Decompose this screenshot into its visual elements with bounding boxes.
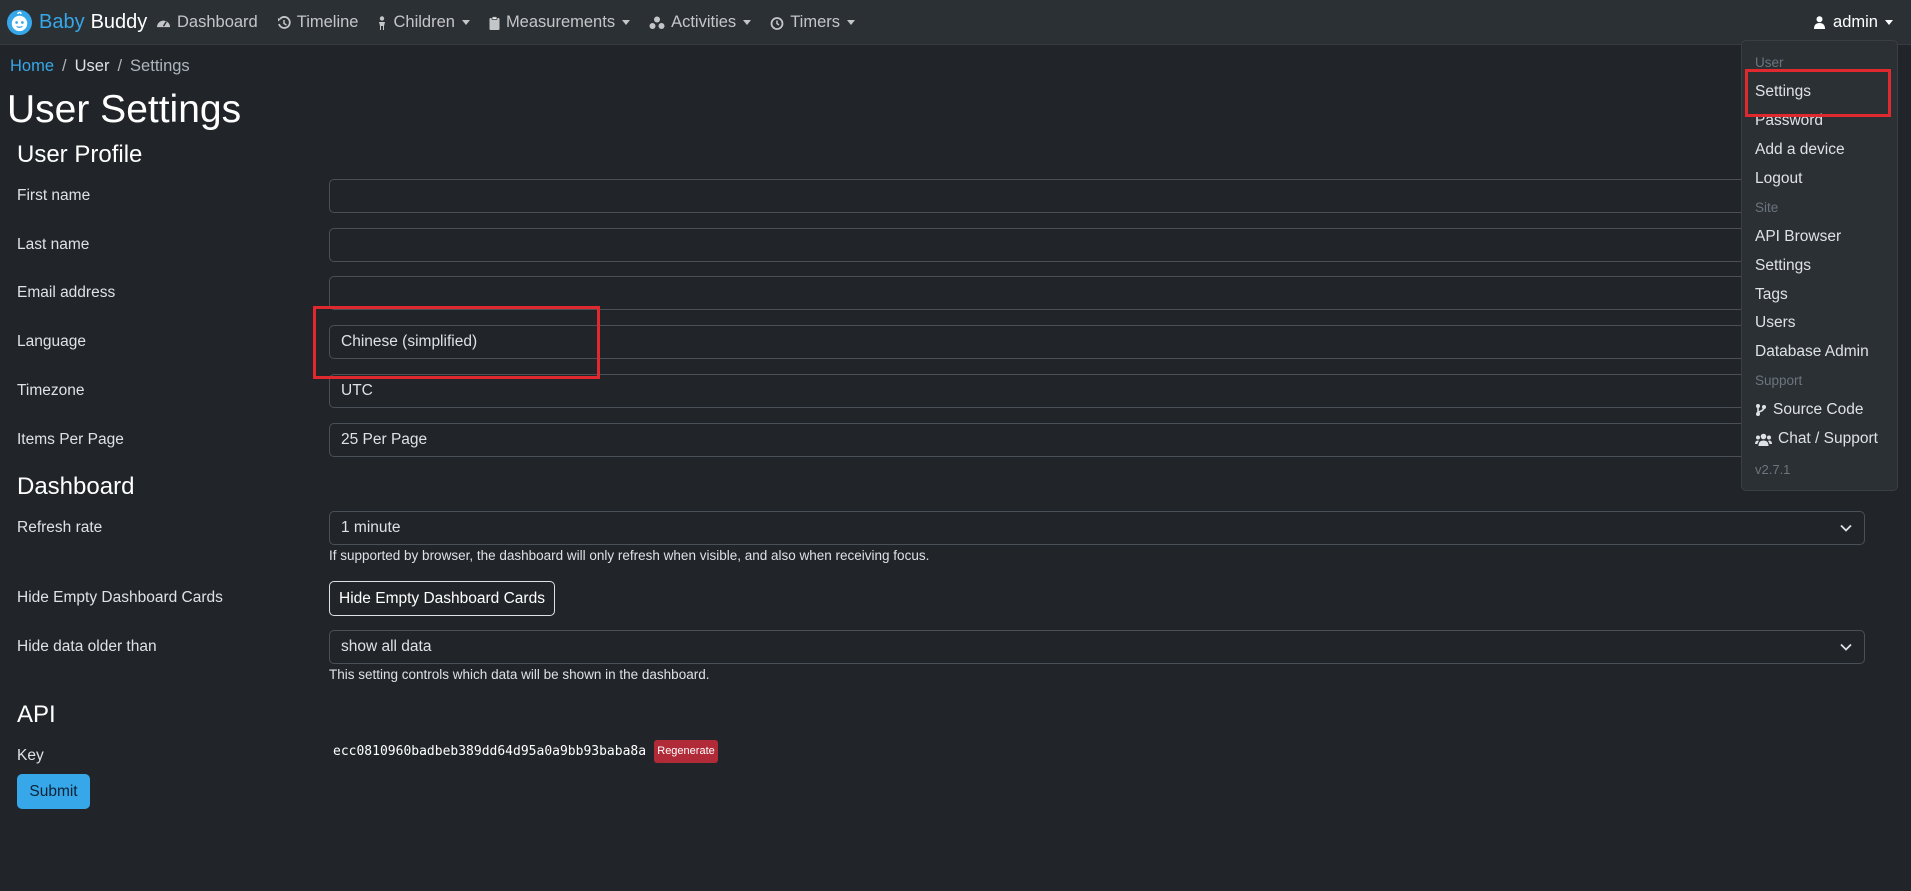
nav-measurements[interactable]: Measurements (489, 13, 631, 32)
code-branch-icon (1756, 404, 1766, 416)
chevron-down-icon (1840, 643, 1852, 651)
breadcrumb: Home / User / Settings (10, 57, 190, 76)
refresh-rate-label: Refresh rate (17, 519, 103, 536)
hide-older-value: show all data (341, 638, 432, 655)
breadcrumb-separator: / (62, 57, 67, 75)
items-per-page-select[interactable]: 25 Per Page (329, 423, 1865, 457)
breadcrumb-current: Settings (130, 57, 190, 75)
brand-name-baby: Baby (39, 10, 85, 33)
user-icon (1814, 16, 1826, 29)
first-name-input[interactable] (329, 179, 1865, 213)
submit-button[interactable]: Submit (17, 774, 90, 809)
top-navbar: Baby Buddy Dashboard Timeline Children M… (0, 0, 1911, 45)
activities-icon (649, 16, 665, 29)
nav-activities-label: Activities (671, 13, 737, 31)
brand-link[interactable]: Baby Buddy (6, 8, 147, 36)
first-name-label: First name (17, 187, 91, 204)
nav-activities[interactable]: Activities (649, 13, 752, 32)
dropdown-header-support: Support (1755, 373, 1803, 388)
nav-timeline[interactable]: Timeline (277, 13, 359, 32)
settings-highlight-box (1745, 69, 1891, 117)
user-menu-label: admin (1833, 13, 1878, 31)
dropdown-item-add-device[interactable]: Add a device (1755, 141, 1845, 159)
regenerate-button[interactable]: Regenerate (654, 740, 718, 763)
clipboard-icon (489, 15, 500, 30)
timezone-label: Timezone (17, 382, 85, 399)
chevron-down-icon (1840, 524, 1852, 532)
dropdown-item-database-admin[interactable]: Database Admin (1755, 343, 1869, 361)
nav-dashboard-label: Dashboard (177, 13, 258, 31)
child-icon (379, 15, 386, 30)
user-menu-toggle[interactable]: admin (1814, 0, 1893, 45)
nav-children[interactable]: Children (377, 13, 470, 32)
app-version: v2.7.1 (1755, 462, 1791, 477)
last-name-label: Last name (17, 236, 90, 253)
refresh-rate-select[interactable]: 1 minute (329, 511, 1865, 545)
chat-support-label: Chat / Support (1778, 430, 1878, 447)
breadcrumb-user: User (74, 57, 110, 75)
dropdown-item-api-browser[interactable]: API Browser (1755, 228, 1841, 246)
dropdown-item-source-code[interactable]: Source Code (1755, 401, 1863, 419)
last-name-input[interactable] (329, 228, 1865, 262)
dashboard-icon (157, 20, 170, 28)
dashboard-heading: Dashboard (17, 473, 135, 500)
language-label: Language (17, 333, 86, 350)
hide-older-label: Hide data older than (17, 638, 157, 655)
api-key-label: Key (17, 747, 44, 764)
nav-children-label: Children (393, 13, 455, 31)
chevron-down-icon (461, 20, 470, 25)
dropdown-item-tags[interactable]: Tags (1755, 286, 1788, 304)
chevron-down-icon (743, 20, 752, 25)
hide-older-select[interactable]: show all data (329, 630, 1865, 664)
nav-timers-label: Timers (790, 13, 840, 31)
nav-timeline-label: Timeline (296, 13, 359, 31)
nav-dashboard[interactable]: Dashboard (156, 13, 258, 32)
history-icon (277, 15, 291, 29)
timer-icon (770, 16, 784, 30)
email-label: Email address (17, 284, 116, 301)
user-profile-heading: User Profile (17, 141, 143, 168)
hide-older-help: This setting controls which data will be… (329, 667, 710, 682)
dropdown-item-site-settings[interactable]: Settings (1755, 257, 1811, 275)
dropdown-item-chat-support[interactable]: Chat / Support (1755, 430, 1878, 448)
nav-timers[interactable]: Timers (770, 13, 855, 32)
dropdown-item-logout[interactable]: Logout (1755, 170, 1802, 188)
timezone-select-value: UTC (341, 382, 373, 399)
hide-empty-label: Hide Empty Dashboard Cards (17, 589, 223, 606)
dropdown-header-user: User (1755, 55, 1784, 70)
brand-name-buddy: Buddy (90, 10, 148, 33)
dropdown-header-site: Site (1755, 200, 1779, 215)
refresh-rate-value: 1 minute (341, 519, 401, 536)
users-icon (1755, 433, 1772, 446)
source-code-label: Source Code (1773, 401, 1864, 418)
items-per-page-value: 25 Per Page (341, 431, 428, 448)
timezone-select[interactable]: UTC (329, 374, 1865, 408)
breadcrumb-separator: / (117, 57, 123, 75)
baby-buddy-logo-icon (6, 9, 33, 35)
chevron-down-icon (847, 20, 855, 25)
chevron-down-icon (1885, 20, 1893, 25)
api-heading: API (17, 701, 56, 728)
api-key-value: ecc0810960badbeb389dd64d95a0a9bb93baba8a (333, 744, 647, 759)
dropdown-item-users[interactable]: Users (1755, 314, 1795, 332)
page-title: User Settings (7, 88, 242, 131)
items-per-page-label: Items Per Page (17, 431, 124, 448)
refresh-rate-help: If supported by browser, the dashboard w… (329, 548, 930, 563)
email-input[interactable] (329, 276, 1865, 310)
chevron-down-icon (622, 20, 631, 25)
nav-measurements-label: Measurements (505, 13, 616, 31)
hide-empty-cards-toggle[interactable]: Hide Empty Dashboard Cards (329, 581, 555, 616)
language-highlight-box (313, 306, 600, 379)
breadcrumb-home-link[interactable]: Home (10, 57, 54, 76)
